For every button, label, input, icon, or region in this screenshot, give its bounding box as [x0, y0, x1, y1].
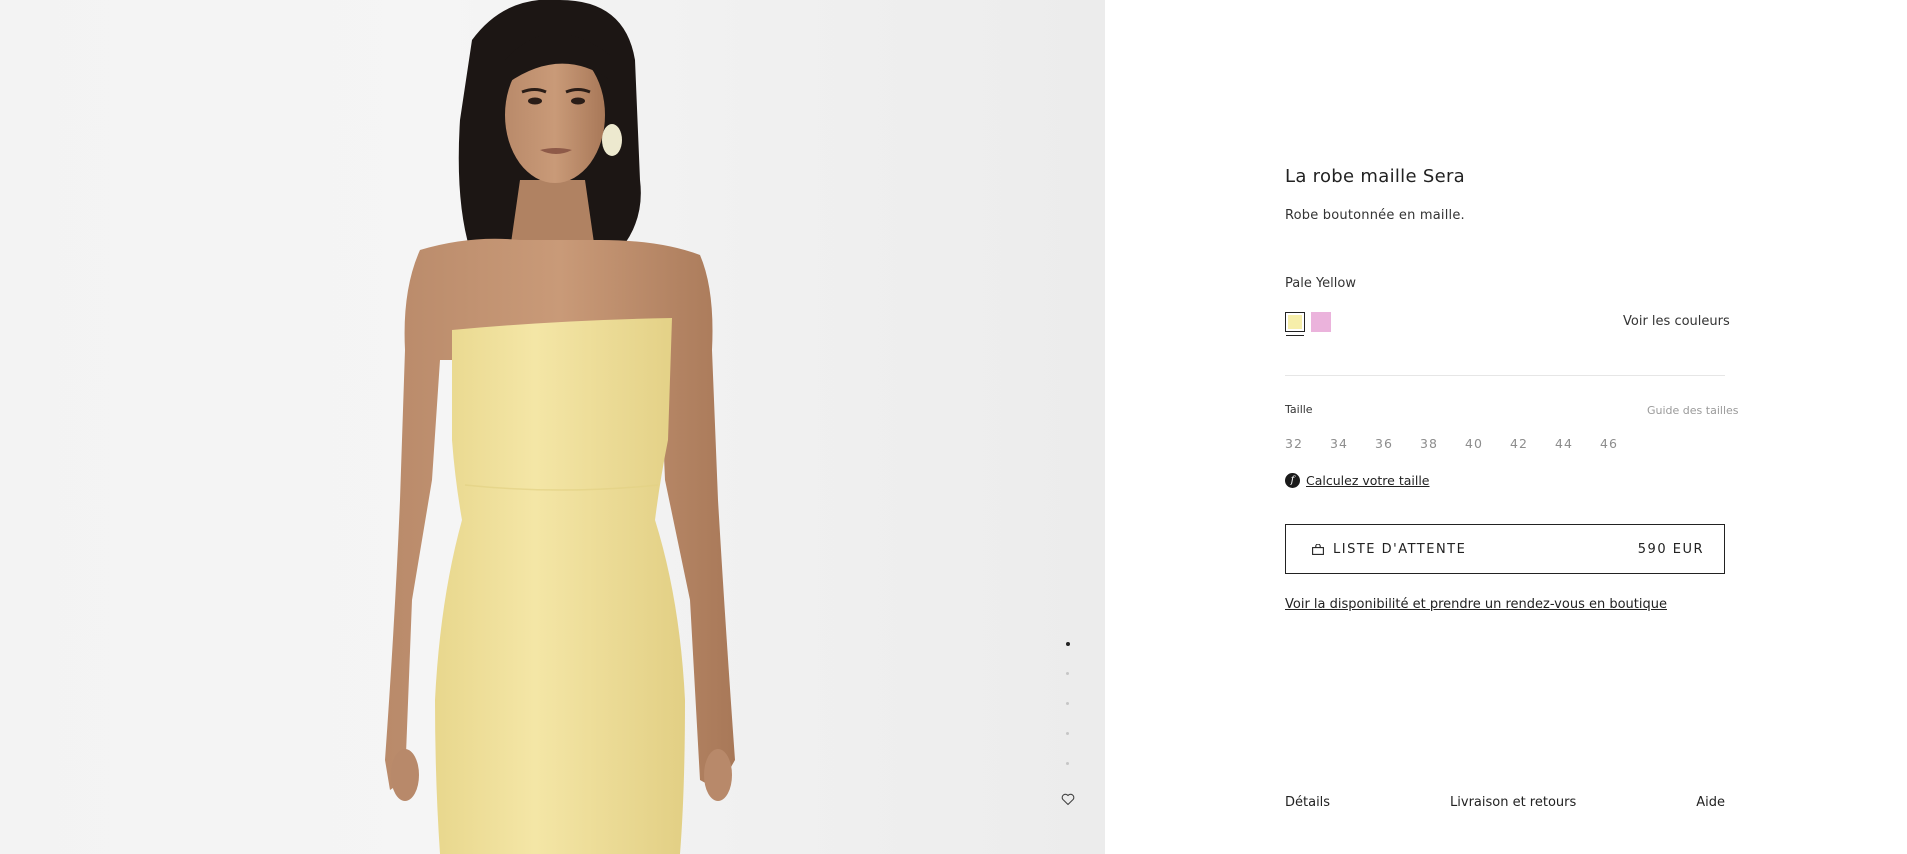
store-availability-link[interactable]: Voir la disponibilité et prendre un rend…	[1285, 597, 1667, 612]
product-description: Robe boutonnée en maille.	[1285, 208, 1465, 223]
fit-assistant-icon: f	[1285, 473, 1300, 488]
product-title: La robe maille Sera	[1285, 166, 1466, 187]
product-info-tabs: Détails Livraison et retours Aide	[1285, 795, 1725, 810]
gallery-dot[interactable]	[1066, 702, 1069, 705]
size-calculator-link[interactable]: f Calculez votre taille	[1285, 473, 1430, 488]
tab-shipping-returns[interactable]: Livraison et retours	[1450, 795, 1576, 810]
size-option[interactable]: 32	[1285, 436, 1330, 451]
swatch-pink[interactable]	[1311, 312, 1331, 332]
waitlist-button[interactable]: LISTE D'ATTENTE 590 EUR	[1285, 524, 1725, 574]
product-price: 590 EUR	[1637, 541, 1704, 557]
product-info-panel: La robe maille Sera Robe boutonnée en ma…	[1105, 0, 1907, 854]
color-swatches	[1285, 312, 1331, 336]
swatch-pale-yellow[interactable]	[1285, 312, 1305, 336]
gallery-dot[interactable]	[1066, 732, 1069, 735]
size-calculator-label: Calculez votre taille	[1306, 473, 1430, 488]
size-option[interactable]: 40	[1465, 436, 1510, 451]
tab-details[interactable]: Détails	[1285, 795, 1330, 810]
tab-help[interactable]: Aide	[1696, 795, 1725, 810]
swatch-fill	[1288, 315, 1302, 329]
product-gallery[interactable]	[0, 0, 1105, 854]
gallery-dot[interactable]	[1066, 762, 1069, 765]
size-options: 32 34 36 38 40 42 44 46	[1285, 436, 1645, 451]
size-option[interactable]: 38	[1420, 436, 1465, 451]
divider	[1285, 375, 1725, 376]
selected-color-name: Pale Yellow	[1285, 276, 1356, 291]
size-option[interactable]: 36	[1375, 436, 1420, 451]
gallery-dot[interactable]	[1066, 672, 1069, 675]
product-photo	[385, 0, 735, 854]
size-guide-link[interactable]: Guide des tailles	[1647, 404, 1739, 417]
waitlist-label: LISTE D'ATTENTE	[1333, 541, 1467, 557]
see-colors-link[interactable]: Voir les couleurs	[1623, 314, 1730, 329]
size-label: Taille	[1285, 403, 1313, 416]
size-option[interactable]: 34	[1330, 436, 1375, 451]
heart-icon[interactable]	[1060, 791, 1076, 807]
size-option[interactable]: 44	[1555, 436, 1600, 451]
size-option[interactable]: 42	[1510, 436, 1555, 451]
gallery-dot[interactable]	[1065, 642, 1070, 646]
shopping-bag-icon	[1312, 543, 1324, 555]
size-option[interactable]: 46	[1600, 436, 1645, 451]
swatch-fill	[1311, 312, 1331, 332]
